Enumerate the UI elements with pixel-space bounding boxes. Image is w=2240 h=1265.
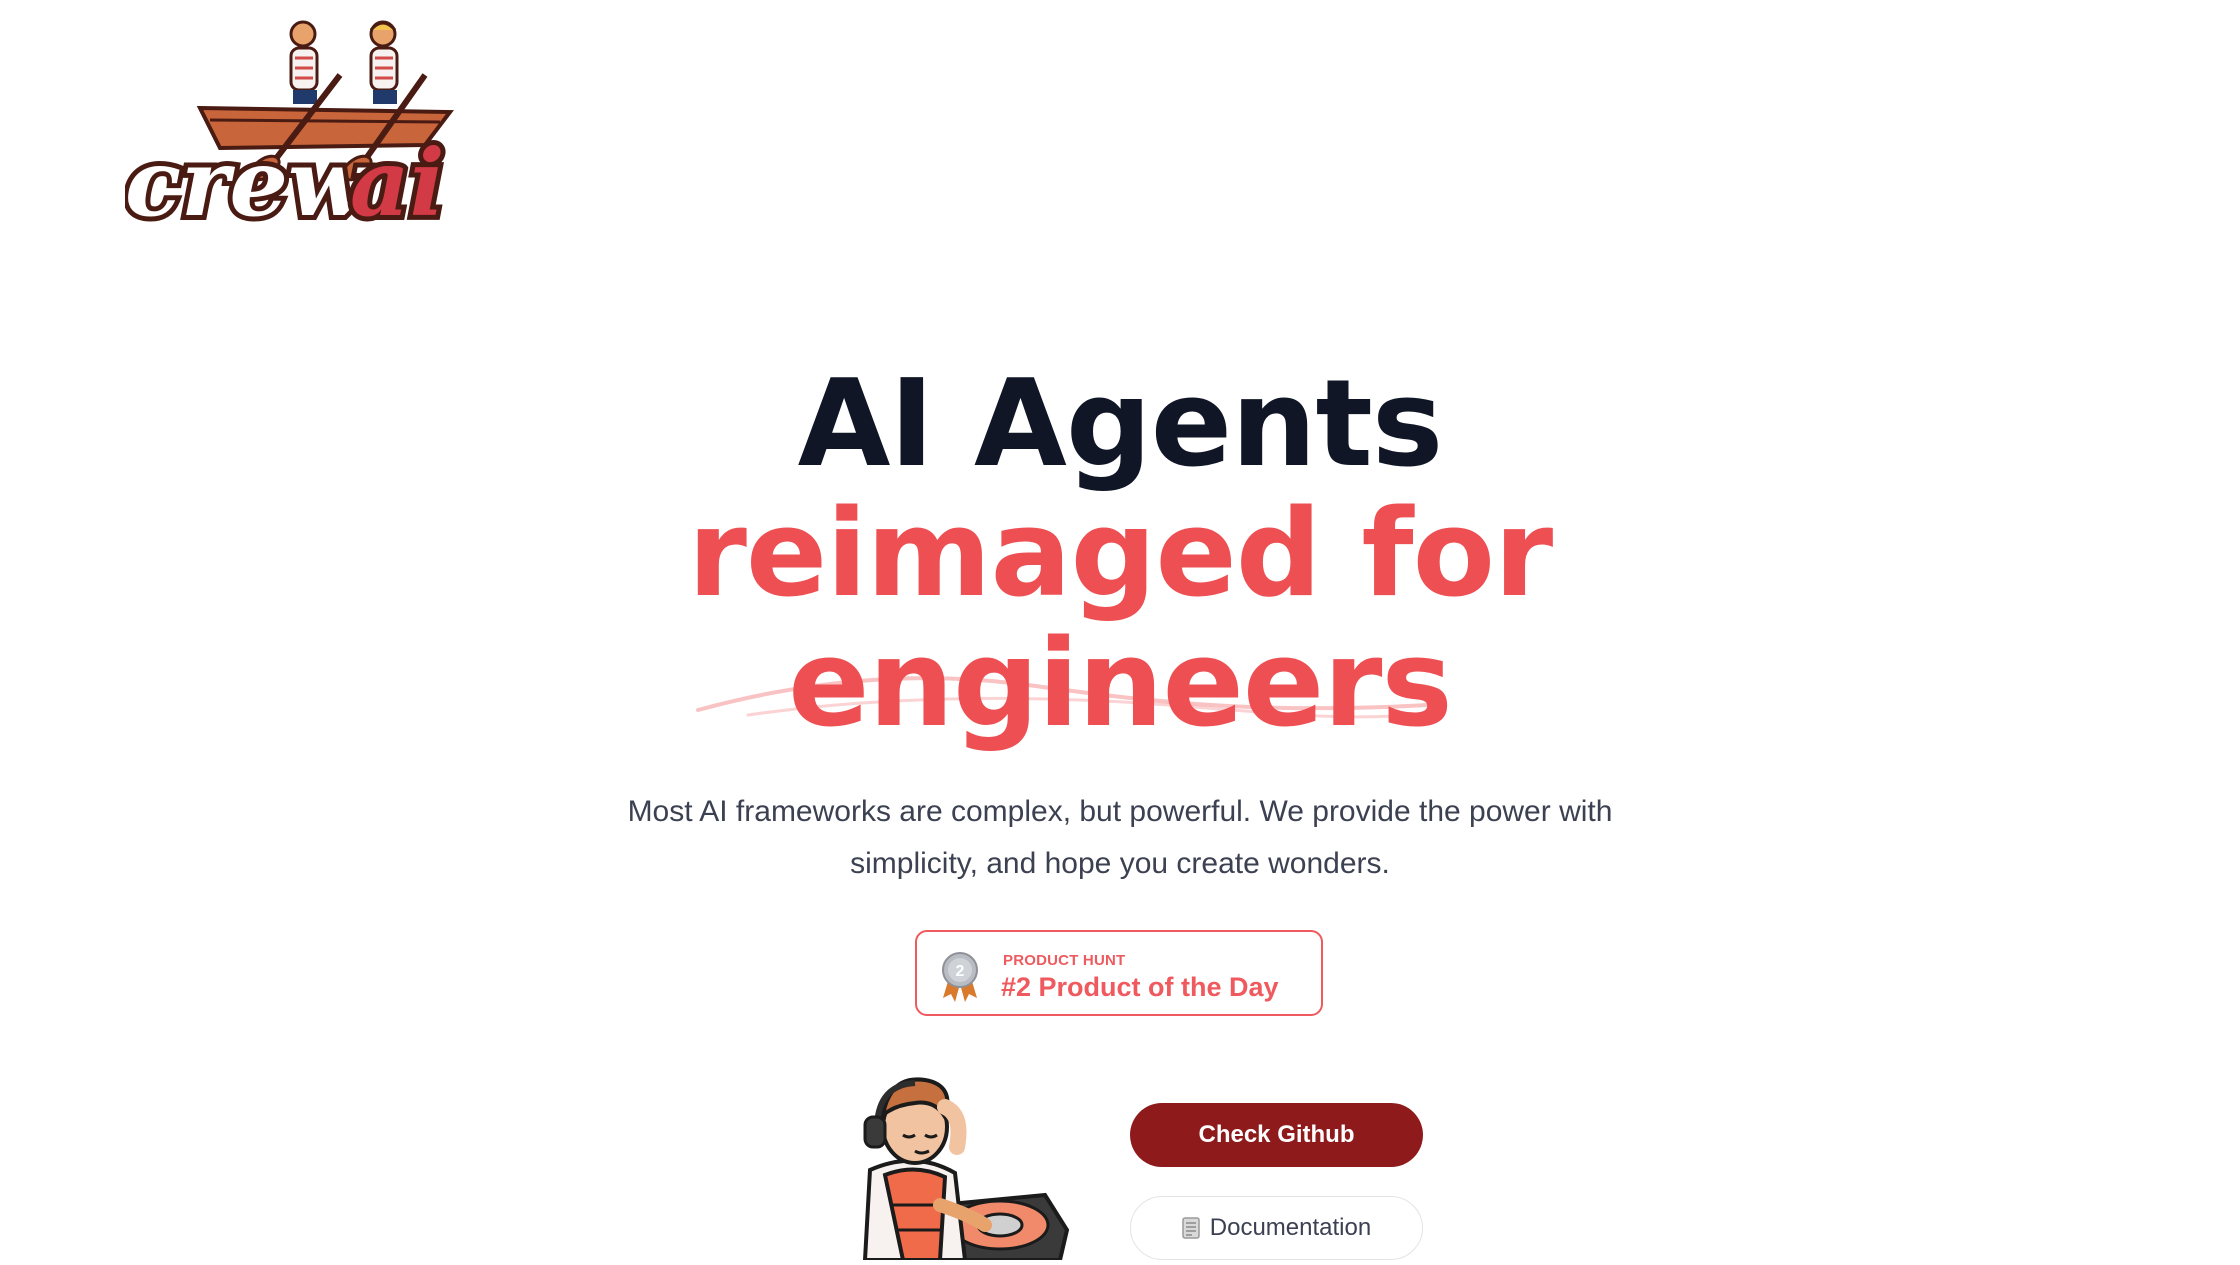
hero-line-1: AI Agents [797,355,1444,494]
documentation-label: Documentation [1209,1214,1372,1241]
crewai-logo[interactable]: crew ai [120,20,455,242]
hero-line-3: engineers [696,620,1453,750]
hero-subtitle: Most AI frameworks are complex, but powe… [620,786,1620,890]
subtitle-line-2: simplicity, and hope you create wonders. [850,847,1390,880]
product-hunt-kicker: PRODUCT HUNT [1003,952,1126,969]
product-hunt-title: #2 Product of the Day [1001,972,1279,1002]
subtitle-line-1: Most AI frameworks are complex, but powe… [627,795,1613,828]
hero-line-2: reimaged for [687,485,1554,624]
hero-line-3-text: engineers [788,615,1453,754]
logo-text-crew: crew [125,129,370,225]
document-icon [1182,1217,1200,1239]
documentation-button[interactable]: Documentation [1130,1196,1423,1260]
svg-text:2: 2 [956,963,965,980]
developer-illustration [845,1055,1075,1262]
logo-text-ai: ai [350,129,445,225]
medal-icon: 2 [942,952,978,1002]
product-hunt-badge[interactable]: 2 PRODUCT HUNT #2 Product of the Day [915,930,1323,1016]
hero-heading: AI Agents reimaged for engineers [0,360,2240,750]
check-github-button[interactable]: Check Github [1130,1103,1423,1167]
hero-section: AI Agents reimaged for engineers [0,360,2240,750]
